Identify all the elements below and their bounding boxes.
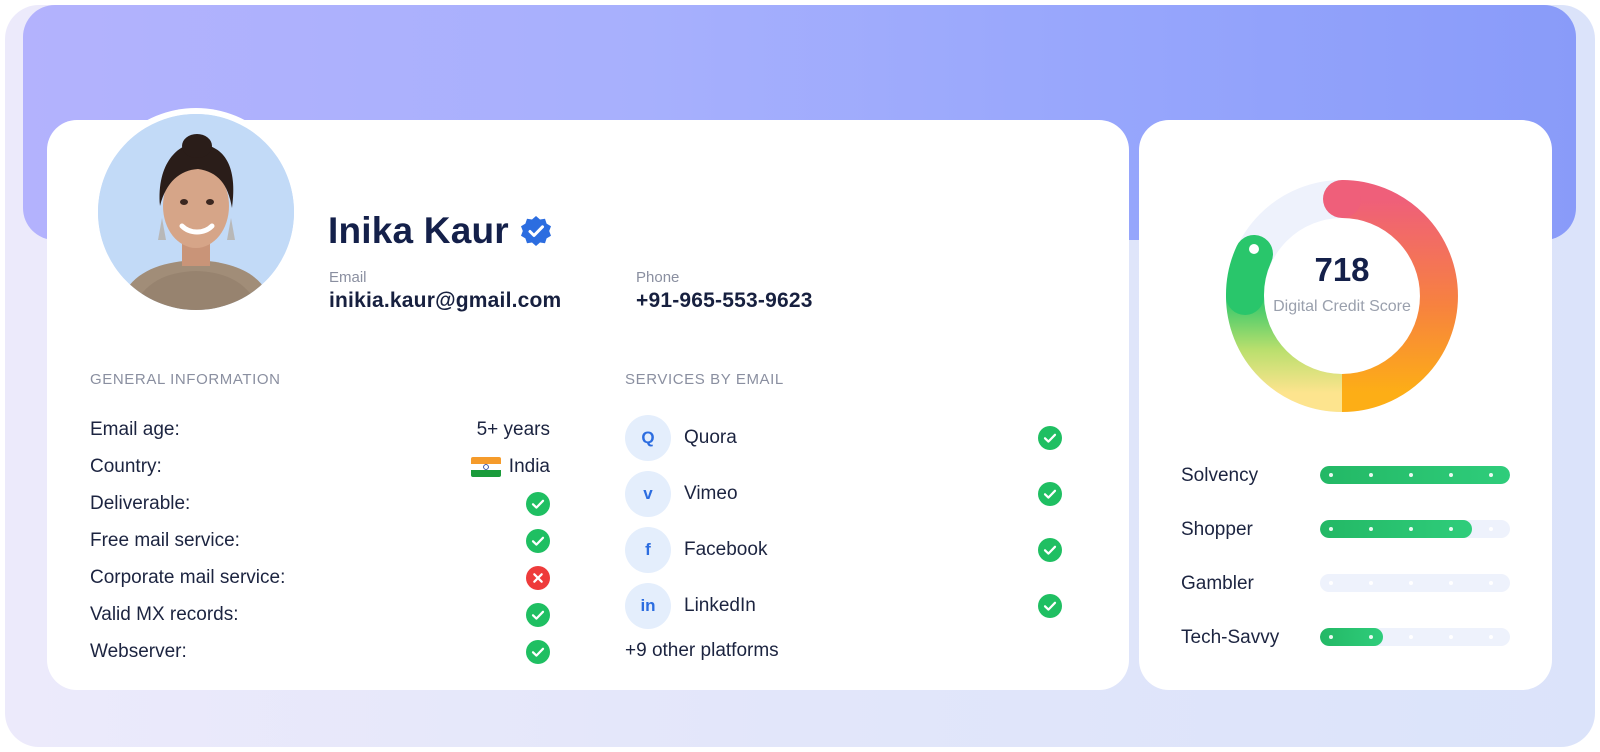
service-name: Vimeo: [684, 483, 738, 504]
service-row-quora: Q Quora: [625, 415, 1085, 461]
info-label: Corporate mail service:: [90, 567, 286, 588]
verified-badge-icon: [519, 214, 553, 248]
check-icon: [1038, 482, 1062, 506]
email-label: Email: [329, 269, 367, 286]
check-icon: [526, 529, 550, 553]
trait-dot: [1369, 473, 1373, 477]
more-platforms-link[interactable]: +9 other platforms: [625, 640, 779, 662]
trait-bar-shopper: [1320, 520, 1510, 538]
trait-dot: [1409, 473, 1413, 477]
trait-dot: [1369, 581, 1373, 585]
quora-icon: Q: [625, 415, 671, 461]
info-value: India: [508, 456, 550, 477]
general-information-title: GENERAL INFORMATION: [90, 371, 281, 388]
info-label: Webserver:: [90, 641, 187, 662]
info-row-deliverable: Deliverable:: [90, 489, 550, 519]
info-row-country: Country: India: [90, 452, 550, 482]
trait-dot: [1449, 635, 1453, 639]
check-icon: [526, 492, 550, 516]
info-row-free-mail: Free mail service:: [90, 526, 550, 556]
india-flag-icon: [470, 457, 501, 477]
check-icon: [526, 640, 550, 664]
trait-dot: [1449, 473, 1453, 477]
trait-dot: [1409, 581, 1413, 585]
trait-bar-tech-savvy: [1320, 628, 1510, 646]
trait-dot: [1449, 581, 1453, 585]
trait-dot: [1409, 635, 1413, 639]
trait-bar-solvency: [1320, 466, 1510, 484]
info-value: 5+ years: [476, 419, 550, 440]
trait-dot: [1329, 581, 1333, 585]
trait-bar-gambler: [1320, 574, 1510, 592]
info-label: Email age:: [90, 419, 180, 440]
info-row-webserver: Webserver:: [90, 637, 550, 667]
linkedin-icon: in: [625, 583, 671, 629]
trait-dot: [1489, 527, 1493, 531]
trait-dot: [1489, 635, 1493, 639]
trait-dot: [1369, 635, 1373, 639]
credit-score-label: Digital Credit Score: [1273, 298, 1411, 315]
facebook-icon: f: [625, 527, 671, 573]
trait-label-tech-savvy: Tech-Savvy: [1181, 627, 1280, 648]
check-icon: [526, 603, 550, 627]
info-row-email-age: Email age: 5+ years: [90, 415, 550, 445]
trait-dot: [1329, 635, 1333, 639]
trait-dot: [1329, 527, 1333, 531]
info-row-corporate-mail: Corporate mail service:: [90, 563, 550, 593]
trait-label-gambler: Gambler: [1181, 573, 1254, 594]
trait-dot: [1369, 527, 1373, 531]
check-icon: [1038, 538, 1062, 562]
credit-score-value: 718: [1314, 251, 1370, 288]
check-icon: [1038, 426, 1062, 450]
services-by-email-title: SERVICES BY EMAIL: [625, 371, 784, 388]
service-name: Quora: [684, 427, 737, 448]
trait-dot: [1489, 581, 1493, 585]
trait-dot: [1489, 473, 1493, 477]
phone-label: Phone: [636, 269, 680, 286]
phone-value: +91-965-553-9623: [636, 289, 813, 312]
info-row-valid-mx: Valid MX records:: [90, 600, 550, 630]
avatar: [98, 114, 294, 310]
service-name: Facebook: [684, 539, 768, 560]
info-label: Valid MX records:: [90, 604, 239, 625]
service-row-facebook: f Facebook: [625, 527, 1085, 573]
trait-dot: [1449, 527, 1453, 531]
trait-fill: [1320, 466, 1510, 484]
email-value: inikia.kaur@gmail.com: [329, 289, 562, 312]
info-label: Deliverable:: [90, 493, 191, 514]
trait-dot: [1329, 473, 1333, 477]
cross-icon: [526, 566, 550, 590]
info-label: Free mail service:: [90, 530, 240, 551]
service-name: LinkedIn: [684, 595, 756, 616]
vimeo-icon: v: [625, 471, 671, 517]
avatar-portrait-icon: [98, 114, 294, 310]
profile-name: Inika Kaur: [328, 210, 509, 251]
service-row-vimeo: v Vimeo: [625, 471, 1085, 517]
trait-label-shopper: Shopper: [1181, 519, 1253, 540]
info-label: Country:: [90, 456, 162, 477]
service-row-linkedin: in LinkedIn: [625, 583, 1085, 629]
trait-label-solvency: Solvency: [1181, 465, 1259, 486]
trait-dot: [1409, 527, 1413, 531]
check-icon: [1038, 594, 1062, 618]
